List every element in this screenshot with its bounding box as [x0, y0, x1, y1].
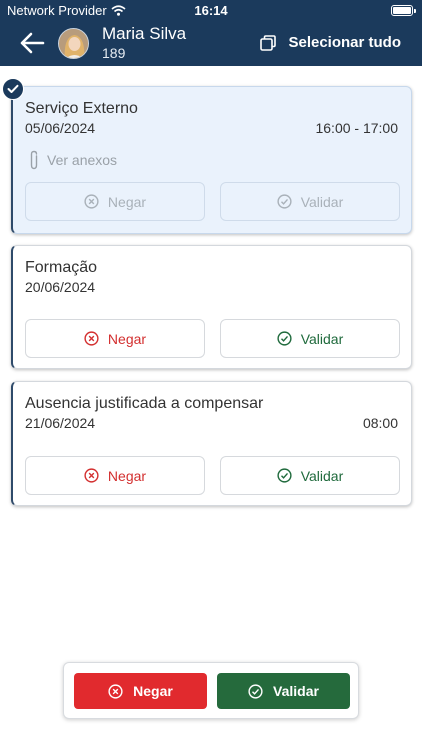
- status-bar: Network Provider 16:14: [0, 0, 422, 22]
- x-circle-icon: [108, 683, 123, 699]
- user-photo: [59, 29, 88, 58]
- validate-label: Validar: [300, 193, 344, 210]
- request-title: Serviço Externo: [25, 100, 138, 117]
- request-time: 08:00: [362, 415, 398, 431]
- request-card-formacao[interactable]: Formação 20/06/2024 Negar Validar: [11, 245, 412, 369]
- deny-button[interactable]: Negar: [25, 182, 205, 221]
- validate-button[interactable]: Validar: [220, 182, 400, 221]
- paperclip-icon: [30, 150, 38, 170]
- status-time: 16:14: [194, 3, 228, 18]
- x-circle-icon: [84, 468, 99, 483]
- check-circle-icon: [248, 683, 263, 699]
- bulk-action-bar: Negar Validar: [63, 662, 359, 719]
- bulk-deny-button[interactable]: Negar: [74, 673, 207, 709]
- request-title: Formação: [25, 259, 98, 276]
- bulk-deny-label: Negar: [133, 683, 173, 699]
- select-all-label: Selecionar tudo: [288, 34, 401, 51]
- request-date: 05/06/2024: [25, 120, 96, 136]
- user-code: 189: [102, 45, 126, 61]
- view-attachments-link[interactable]: Ver anexos: [29, 150, 117, 170]
- bulk-validate-label: Validar: [273, 683, 319, 699]
- check-circle-icon: [277, 194, 292, 209]
- view-attachments-label: Ver anexos: [47, 152, 118, 168]
- x-circle-icon: [84, 331, 99, 346]
- check-circle-icon: [277, 331, 292, 346]
- request-card-servico-externo[interactable]: Serviço Externo 05/06/2024 16:00 - 17:00…: [11, 86, 412, 234]
- deny-label: Negar: [107, 193, 147, 210]
- bulk-validate-button[interactable]: Validar: [217, 673, 350, 709]
- app-header: Network Provider 16:14 Maria Silva 189 S…: [0, 0, 422, 66]
- x-circle-icon: [84, 194, 99, 209]
- copy-select-icon: [260, 34, 277, 51]
- deny-button[interactable]: Negar: [25, 319, 205, 358]
- deny-button[interactable]: Negar: [25, 456, 205, 495]
- request-date: 21/06/2024: [25, 415, 96, 431]
- validate-button[interactable]: Validar: [220, 319, 400, 358]
- request-date: 20/06/2024: [25, 279, 96, 295]
- back-arrow-icon[interactable]: [20, 32, 46, 54]
- select-all-button[interactable]: Selecionar tudo: [260, 34, 401, 51]
- validate-label: Validar: [300, 330, 344, 347]
- check-circle-icon: [277, 468, 292, 483]
- request-title: Ausencia justificada a compensar: [25, 395, 264, 412]
- avatar[interactable]: [58, 28, 89, 59]
- validate-button[interactable]: Validar: [220, 456, 400, 495]
- user-name: Maria Silva: [102, 24, 187, 43]
- deny-label: Negar: [107, 467, 147, 484]
- battery-icon: [391, 5, 416, 16]
- deny-label: Negar: [107, 330, 147, 347]
- request-time: 16:00 - 17:00: [315, 120, 398, 136]
- selected-check-icon: [2, 78, 24, 100]
- request-card-ausencia[interactable]: Ausencia justificada a compensar 21/06/2…: [11, 381, 412, 506]
- validate-label: Validar: [300, 467, 344, 484]
